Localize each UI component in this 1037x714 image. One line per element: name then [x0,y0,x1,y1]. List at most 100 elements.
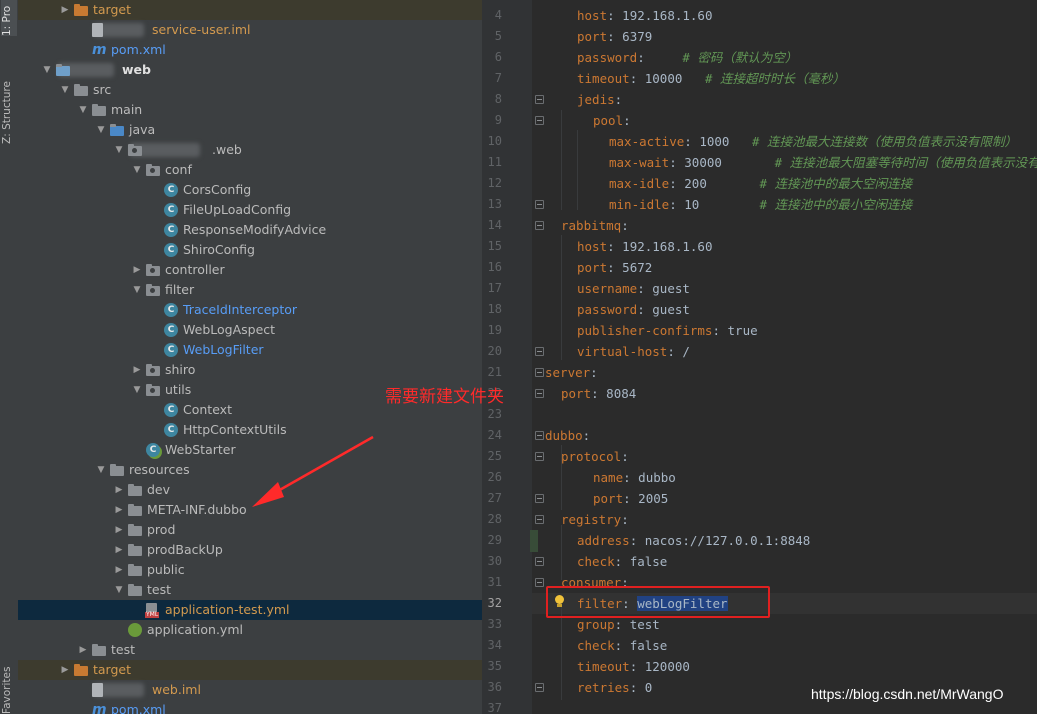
tree-item[interactable]: ▼ conf [18,160,482,180]
tree-item[interactable]: ▶ shiro [18,360,482,380]
project-tree[interactable]: ▶ target service-user.iml m pom.xml ▼ web ▼ src ▼… [18,0,483,714]
tree-item[interactable]: C WebLogAspect [18,320,482,340]
code-line[interactable]: max-wait: 30000 # 连接池最大阻塞等待时间（使用负值表示没有限制… [609,152,1037,173]
tree-item[interactable]: C FileUpLoadConfig [18,200,482,220]
code-line[interactable]: check: false [577,635,667,656]
code-line[interactable]: port: 8084 [561,383,636,404]
tree-item[interactable]: C ResponseModifyAdvice [18,220,482,240]
code-line[interactable]: address: nacos://127.0.0.1:8848 [577,530,810,551]
tree-item[interactable]: ▶ prod [18,520,482,540]
fold-marker-icon[interactable] [535,683,544,692]
tree-item[interactable]: C HttpContextUtils [18,420,482,440]
expanded-arrow-icon[interactable]: ▼ [132,280,142,300]
code-line[interactable]: jedis: [577,89,622,110]
code-line[interactable]: dubbo: [545,425,590,446]
collapsed-arrow-icon[interactable]: ▶ [114,500,124,520]
collapsed-arrow-icon[interactable]: ▶ [60,0,70,20]
fold-marker-icon[interactable] [535,578,544,587]
tree-item[interactable]: ▶ target [18,660,482,680]
code-line[interactable]: timeout: 10000 # 连接超时时长（毫秒） [577,68,845,89]
structure-tool-tab[interactable]: Z: Structure [1,64,13,144]
fold-marker-icon[interactable] [535,221,544,230]
collapsed-arrow-icon[interactable]: ▶ [114,560,124,580]
tree-item[interactable]: C WebLogFilter [18,340,482,360]
code-line[interactable]: registry: [561,509,629,530]
expanded-arrow-icon[interactable]: ▼ [96,120,106,140]
expanded-arrow-icon[interactable]: ▼ [42,60,52,80]
fold-marker-icon[interactable] [535,389,544,398]
code-line[interactable]: rabbitmq: [561,215,629,236]
fold-marker-icon[interactable] [535,347,544,356]
code-line[interactable]: pool: [593,110,631,131]
code-line[interactable]: check: false [577,551,667,572]
tree-item[interactable]: ▶ controller [18,260,482,280]
tree-item[interactable]: ▼ filter [18,280,482,300]
tree-item[interactable]: m pom.xml [18,40,482,60]
expanded-arrow-icon[interactable]: ▼ [114,580,124,600]
tree-item[interactable]: ▼ java [18,120,482,140]
fold-marker-icon[interactable] [535,515,544,524]
tree-item[interactable]: ▼ .web [18,140,482,160]
collapsed-arrow-icon[interactable]: ▶ [60,660,70,680]
tree-item[interactable]: ▼ web [18,60,482,80]
code-line[interactable]: username: guest [577,278,690,299]
code-line[interactable]: host: 192.168.1.60 [577,5,712,26]
tree-item[interactable]: ▼ src [18,80,482,100]
code-line[interactable]: name: dubbo [593,467,676,488]
tree-item[interactable]: ▶ target [18,0,482,20]
tree-item[interactable]: web.iml [18,680,482,700]
tree-item[interactable]: ▼ resources [18,460,482,480]
tree-item[interactable]: YML application-test.yml [18,600,482,620]
project-tool-tab[interactable]: 1: Pro [1,0,17,36]
tree-item[interactable]: ▶ prodBackUp [18,540,482,560]
expanded-arrow-icon[interactable]: ▼ [132,380,142,400]
code-line[interactable]: timeout: 120000 [577,656,690,677]
code-line[interactable]: virtual-host: / [577,341,690,362]
tree-item[interactable]: ▶ public [18,560,482,580]
code-line[interactable]: retries: 0 [577,677,652,698]
code-line[interactable]: password: # 密码（默认为空） [577,47,797,68]
fold-marker-icon[interactable] [535,494,544,503]
collapsed-arrow-icon[interactable]: ▶ [114,540,124,560]
code-line[interactable]: max-idle: 200 # 连接池中的最大空闲连接 [609,173,912,194]
code-line[interactable]: host: 192.168.1.60 [577,236,712,257]
tree-item[interactable]: C CorsConfig [18,180,482,200]
collapsed-arrow-icon[interactable]: ▶ [78,640,88,660]
tree-item[interactable]: C TraceIdInterceptor [18,300,482,320]
fold-marker-icon[interactable] [535,95,544,104]
expanded-arrow-icon[interactable]: ▼ [60,80,70,100]
expanded-arrow-icon[interactable]: ▼ [78,100,88,120]
code-line[interactable]: port: 5672 [577,257,652,278]
code-line[interactable]: max-active: 1000 # 连接池最大连接数（使用负值表示没有限制） [609,131,1017,152]
tree-item[interactable]: ▼ test [18,580,482,600]
tree-item[interactable]: ▶ test [18,640,482,660]
collapsed-arrow-icon[interactable]: ▶ [132,360,142,380]
tree-item[interactable]: ▼ main [18,100,482,120]
code-line[interactable]: port: 2005 [593,488,668,509]
expanded-arrow-icon[interactable]: ▼ [96,460,106,480]
collapsed-arrow-icon[interactable]: ▶ [114,480,124,500]
fold-marker-icon[interactable] [535,557,544,566]
tree-item[interactable]: application.yml [18,620,482,640]
collapsed-arrow-icon[interactable]: ▶ [132,260,142,280]
expanded-arrow-icon[interactable]: ▼ [132,160,142,180]
expanded-arrow-icon[interactable]: ▼ [114,140,124,160]
tree-item[interactable]: m pom.xml [18,700,482,714]
fold-marker-icon[interactable] [535,452,544,461]
code-line[interactable]: password: guest [577,299,690,320]
tree-item[interactable]: C ShiroConfig [18,240,482,260]
code-line[interactable]: port: 6379 [577,26,652,47]
fold-marker-icon[interactable] [535,431,544,440]
tree-item[interactable]: ▶ META-INF.dubbo [18,500,482,520]
collapsed-arrow-icon[interactable]: ▶ [114,520,124,540]
code-line[interactable]: publisher-confirms: true [577,320,758,341]
code-line[interactable]: protocol: [561,446,629,467]
code-line[interactable]: min-idle: 10 # 连接池中的最小空闲连接 [609,194,912,215]
fold-marker-icon[interactable] [535,116,544,125]
tree-item[interactable]: service-user.iml [18,20,482,40]
tree-item[interactable]: ▶ dev [18,480,482,500]
fold-marker-icon[interactable] [535,368,544,377]
code-line[interactable]: server: [545,362,598,383]
fold-marker-icon[interactable] [535,200,544,209]
favorites-tool-tab[interactable]: Favorites [1,662,13,714]
